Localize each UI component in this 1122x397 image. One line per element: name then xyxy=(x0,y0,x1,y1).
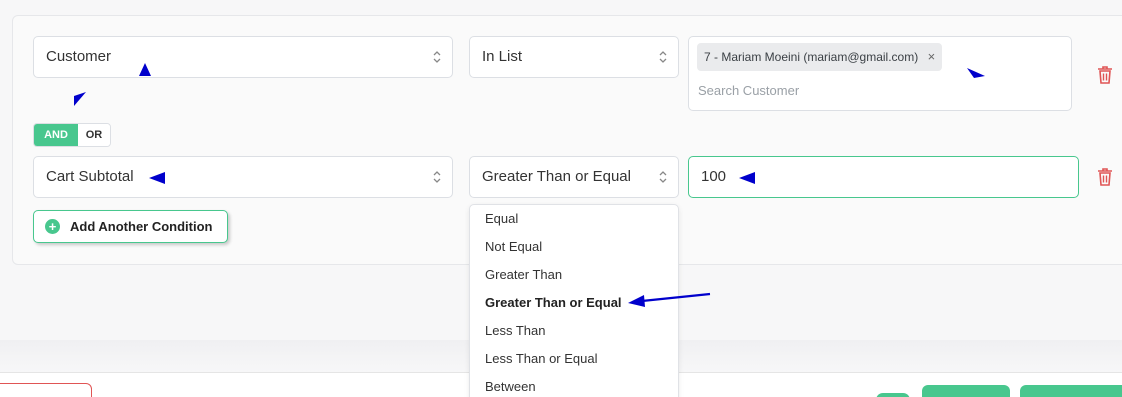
condition-field-value: Cart Subtotal xyxy=(46,168,134,185)
annotation-arrow-icon xyxy=(149,172,165,184)
footer-primary-button[interactable] xyxy=(922,385,1010,397)
add-condition-label: Add Another Condition xyxy=(70,219,213,234)
add-condition-button[interactable]: + Add Another Condition xyxy=(33,210,228,243)
sort-caret-icon xyxy=(659,171,667,183)
and-button[interactable]: AND xyxy=(34,124,78,146)
condition-operator-value: In List xyxy=(482,48,523,65)
cancel-button[interactable] xyxy=(0,383,92,397)
sort-caret-icon xyxy=(433,51,441,63)
annotation-arrow-icon xyxy=(628,292,711,307)
condition-operator-select-1[interactable]: In List xyxy=(469,36,679,78)
condition-field-select-1[interactable]: Customer xyxy=(33,36,453,78)
dropdown-option[interactable]: Not Equal xyxy=(485,239,542,254)
or-button[interactable]: OR xyxy=(78,124,110,146)
dropdown-option-selected[interactable]: Greater Than or Equal xyxy=(485,295,622,310)
search-customer-input[interactable]: Search Customer xyxy=(698,83,799,98)
condition-field-select-2[interactable]: Cart Subtotal xyxy=(33,156,453,198)
customer-tag-label: 7 - Mariam Moeini (mariam@gmail.com) xyxy=(704,50,919,64)
dropdown-option[interactable]: Less Than or Equal xyxy=(485,351,598,366)
annotation-arrow-icon xyxy=(967,68,985,78)
annotation-arrow-icon xyxy=(139,63,151,76)
logic-toggle: AND OR xyxy=(33,123,111,147)
annotation-arrow-icon xyxy=(739,172,755,184)
condition-operator-select-2[interactable]: Greater Than or Equal xyxy=(469,156,679,198)
status-toggle[interactable] xyxy=(876,393,910,397)
remove-tag-button[interactable]: × xyxy=(928,43,936,71)
dropdown-option[interactable]: Greater Than xyxy=(485,267,562,282)
annotation-arrow-icon xyxy=(74,92,86,106)
condition-operator-value: Greater Than or Equal xyxy=(482,168,631,185)
condition-field-value: Customer xyxy=(46,48,112,65)
plus-circle-icon: + xyxy=(45,219,60,234)
dropdown-option[interactable]: Less Than xyxy=(485,323,545,338)
dropdown-option[interactable]: Between xyxy=(485,379,536,394)
sort-caret-icon xyxy=(659,51,667,63)
customer-tag: 7 - Mariam Moeini (mariam@gmail.com) × xyxy=(697,43,943,71)
footer-save-button[interactable] xyxy=(1020,385,1122,397)
condition-value-text: 100 xyxy=(701,168,727,185)
trash-icon[interactable] xyxy=(1096,167,1114,187)
trash-icon[interactable] xyxy=(1096,65,1114,85)
customer-multiselect[interactable]: 7 - Mariam Moeini (mariam@gmail.com) × S… xyxy=(688,36,1072,111)
dropdown-option[interactable]: Equal xyxy=(485,211,518,226)
sort-caret-icon xyxy=(433,171,441,183)
